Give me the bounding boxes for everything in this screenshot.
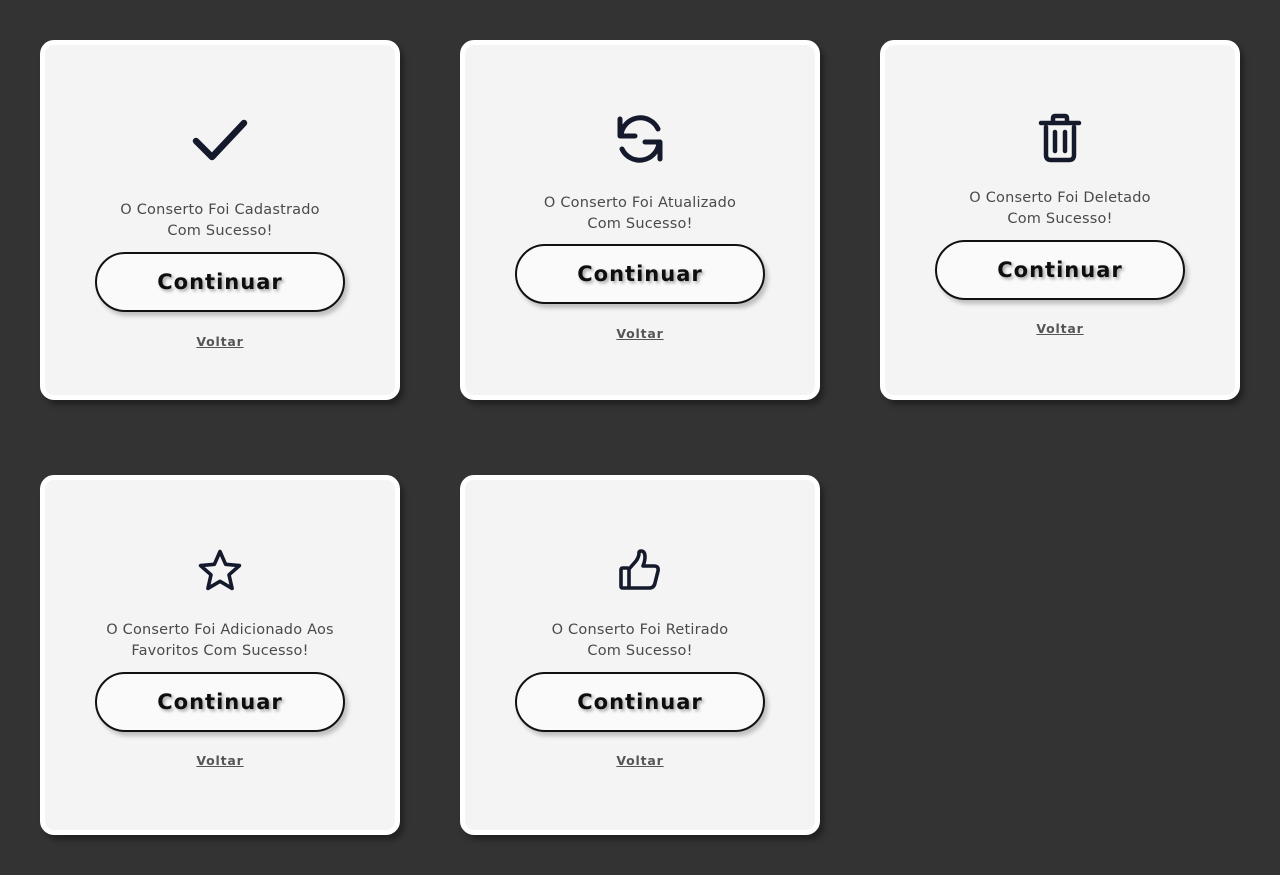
star-icon — [197, 548, 243, 594]
success-message: O Conserto Foi Adicionado Aos Favoritos … — [45, 620, 395, 662]
success-card-favoritos: O Conserto Foi Adicionado Aos Favoritos … — [40, 475, 400, 835]
message-line-1: O Conserto Foi Atualizado — [543, 195, 737, 211]
success-message: O Conserto Foi Cadastrado Com Sucesso! — [45, 200, 395, 242]
thumbs-up-icon — [617, 548, 663, 594]
success-message: O Conserto Foi Retirado Com Sucesso! — [465, 620, 815, 662]
success-card-deletado: O Conserto Foi Deletado Com Sucesso! Con… — [880, 40, 1240, 400]
message-line-1: O Conserto Foi Retirado — [551, 622, 729, 638]
back-link[interactable]: Voltar — [45, 334, 395, 349]
continue-button[interactable]: Continuar — [95, 672, 345, 732]
back-link[interactable]: Voltar — [465, 326, 815, 341]
message-line-2: Com Sucesso! — [587, 216, 693, 232]
success-message: O Conserto Foi Atualizado Com Sucesso! — [465, 193, 815, 235]
message-line-2: Com Sucesso! — [587, 643, 693, 659]
continue-button[interactable]: Continuar — [515, 672, 765, 732]
success-message: O Conserto Foi Deletado Com Sucesso! — [885, 188, 1235, 230]
message-line-2: Com Sucesso! — [1007, 211, 1113, 227]
back-link[interactable]: Voltar — [45, 753, 395, 768]
message-line-1: O Conserto Foi Cadastrado — [120, 202, 320, 218]
trash-icon — [1038, 113, 1082, 163]
checkmark-icon — [190, 115, 250, 165]
back-link[interactable]: Voltar — [465, 753, 815, 768]
continue-button[interactable]: Continuar — [95, 252, 345, 312]
message-line-1: O Conserto Foi Adicionado Aos — [106, 622, 334, 638]
success-card-retirado: O Conserto Foi Retirado Com Sucesso! Con… — [460, 475, 820, 835]
message-line-1: O Conserto Foi Deletado — [969, 190, 1151, 206]
message-line-2: Favoritos Com Sucesso! — [131, 643, 309, 659]
continue-button[interactable]: Continuar — [515, 244, 765, 304]
refresh-icon — [612, 111, 668, 167]
message-line-2: Com Sucesso! — [167, 223, 273, 239]
continue-button[interactable]: Continuar — [935, 240, 1185, 300]
success-card-atualizado: O Conserto Foi Atualizado Com Sucesso! C… — [460, 40, 820, 400]
success-card-cadastrado: O Conserto Foi Cadastrado Com Sucesso! C… — [40, 40, 400, 400]
back-link[interactable]: Voltar — [885, 321, 1235, 336]
